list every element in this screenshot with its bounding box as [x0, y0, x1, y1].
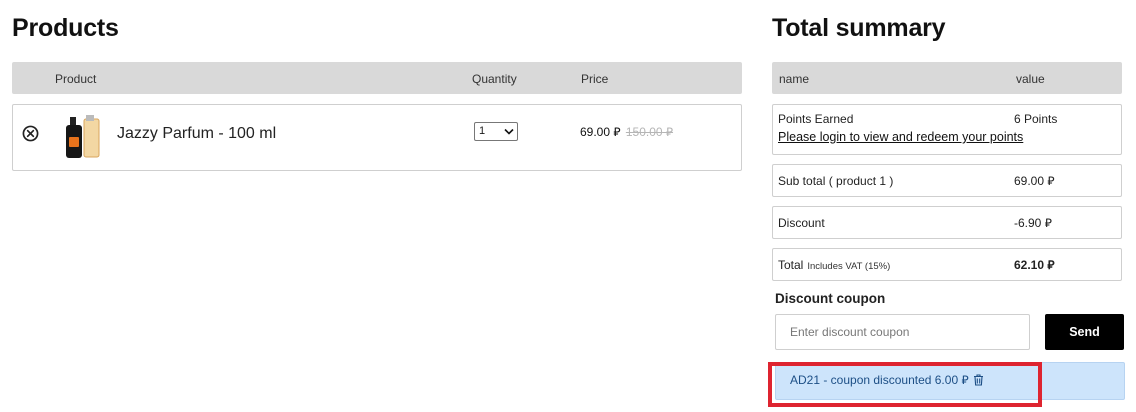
current-price: 69.00 [580, 125, 611, 139]
highlight-box [768, 362, 1042, 407]
total-label: Total Includes VAT (15%) [778, 258, 891, 272]
chevron-down-icon [504, 128, 514, 135]
login-link[interactable]: Please login to view and redeem your poi… [778, 130, 1023, 144]
points-value: 6 Points [1014, 112, 1058, 126]
product-column-header: Product [55, 72, 97, 86]
send-button[interactable]: Send [1045, 314, 1124, 350]
name-column-header: name [779, 72, 810, 86]
quantity-select[interactable]: 1 [474, 122, 518, 141]
price-column-header: Price [581, 72, 609, 86]
vat-note: Includes VAT (15%) [807, 261, 891, 272]
points-label: Points Earned [778, 112, 854, 126]
coupon-title: Discount coupon [775, 291, 886, 306]
remove-circle-x-icon[interactable] [22, 125, 39, 142]
coupon-input[interactable]: Enter discount coupon [775, 314, 1030, 350]
subtotal-value: 69.00 ⃁ [1014, 174, 1055, 188]
summary-table-header: name value [772, 62, 1122, 94]
subtotal-row: Sub total ( product 1 ) 69.00 ⃁ [772, 164, 1122, 197]
discount-label: Discount [778, 216, 825, 230]
old-price: 150.00 ⃁ [625, 125, 674, 139]
products-table-header: Product Quantity Price [12, 62, 742, 94]
product-row: Jazzy Parfum - 100 ml 1 69.00 ⃁ 150.00 ⃁ [12, 104, 742, 171]
subtotal-label: Sub total ( product 1 ) [778, 174, 894, 188]
points-row: Points Earned 6 Points Please login to v… [772, 104, 1122, 155]
discount-value: -6.90 ⃁ [1014, 216, 1052, 230]
total-row: Total Includes VAT (15%) 62.10 ⃁ [772, 248, 1122, 281]
quantity-value: 1 [479, 125, 486, 137]
quantity-column-header: Quantity [472, 72, 517, 86]
product-name[interactable]: Jazzy Parfum - 100 ml [117, 125, 276, 143]
riyal-icon: ⃁ [613, 125, 621, 139]
total-value: 62.10 ⃁ [1014, 258, 1055, 272]
product-price: 69.00 ⃁ 150.00 ⃁ [580, 125, 673, 140]
products-title: Products [12, 14, 119, 42]
discount-row: Discount -6.90 ⃁ [772, 206, 1122, 239]
value-column-header: value [1016, 72, 1045, 86]
perfume-bottle-icon [66, 115, 100, 158]
summary-title: Total summary [772, 14, 946, 42]
